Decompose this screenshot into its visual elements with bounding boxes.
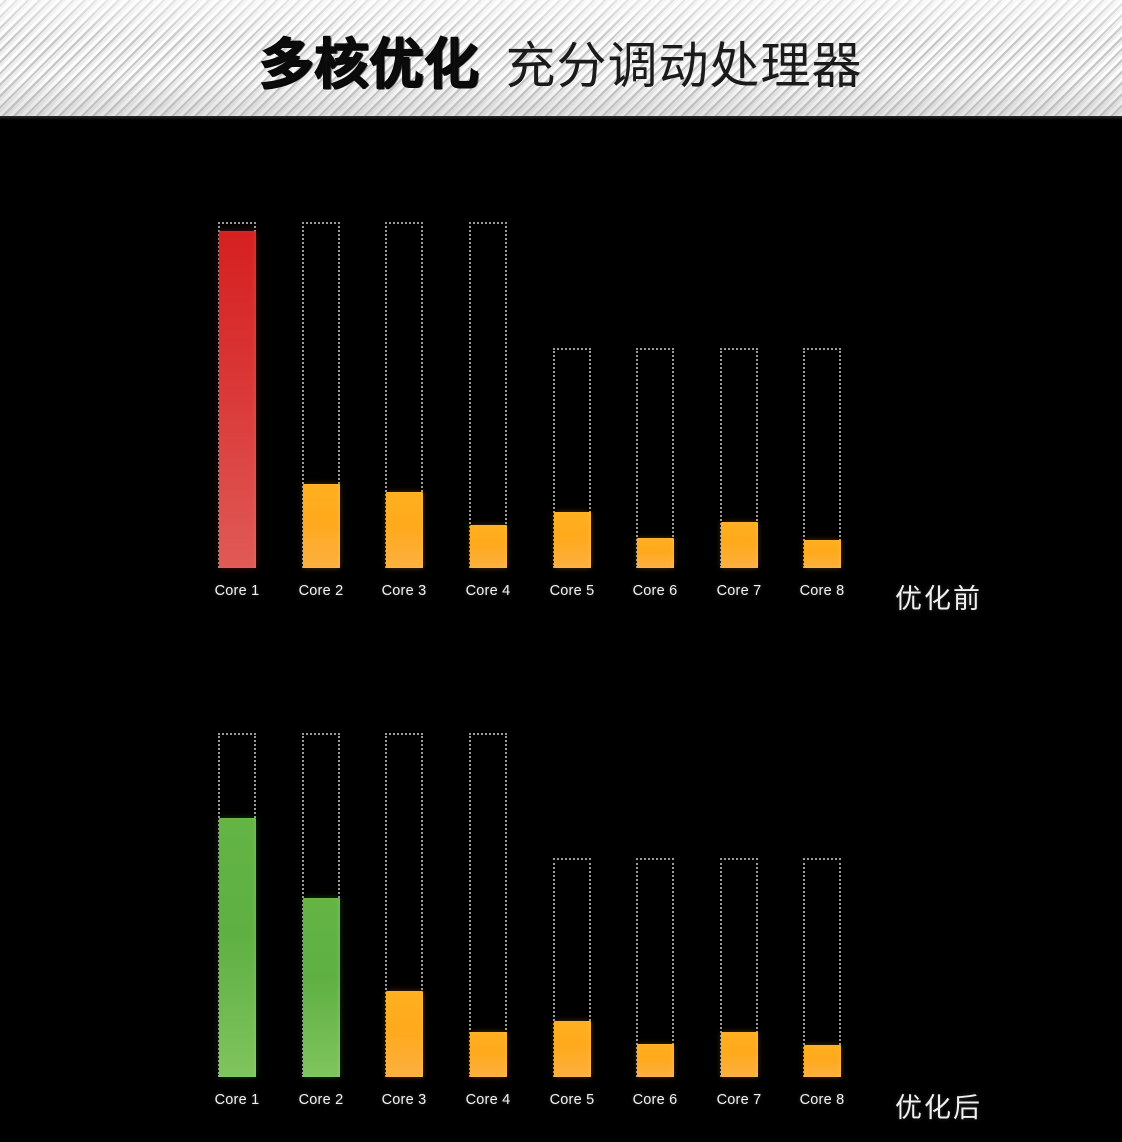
core-column: Core 5 [530,120,614,620]
core-label: Core 2 [298,583,344,599]
phase-label-after: 优化后 [895,1093,982,1123]
core-usage-bar [219,231,256,568]
core-label: Core 4 [465,1092,511,1108]
core-usage-bar [721,1032,758,1077]
plot-area-before: Core 1 Core 2 Core 3 Core 4 Core 5 Core 6 Core… [0,120,1122,620]
core-label: Core 4 [465,583,511,599]
core-column: Core 2 [279,120,363,620]
core-usage-bar [554,512,591,568]
core-usage-bar [804,1045,841,1077]
core-column: Core 1 [195,120,279,620]
core-column: Core 5 [530,625,614,1142]
core-capacity-track [469,733,507,1077]
core-column: Core 8 [780,120,864,620]
core-usage-bar [721,522,758,568]
core-usage-bar [470,525,507,568]
core-label: Core 8 [799,583,845,599]
core-usage-bar [637,1044,674,1077]
core-usage-bar [303,898,340,1077]
core-column: Core 2 [279,625,363,1142]
core-capacity-track [803,348,841,568]
core-capacity-track [636,348,674,568]
core-column: Core 7 [697,120,781,620]
chart-before-optimization: Core 1 Core 2 Core 3 Core 4 Core 5 Core 6 Core… [0,120,1122,620]
core-column: Core 1 [195,625,279,1142]
page-title-strong: 多核优化 [259,32,480,97]
core-label: Core 3 [381,1092,427,1108]
core-usage-bar [386,492,423,568]
core-label: Core 6 [632,583,678,599]
core-label: Core 5 [549,1092,595,1108]
chart-after-optimization: Core 1 Core 2 Core 3 Core 4 Core 5 Core 6 Core… [0,625,1122,1142]
core-label: Core 3 [381,583,427,599]
core-column: Core 3 [362,625,446,1142]
core-usage-bar [804,540,841,568]
core-column: Core 4 [446,120,530,620]
core-column: Core 3 [362,120,446,620]
core-usage-bar [386,991,423,1077]
core-usage-bar [637,538,674,568]
core-label: Core 2 [298,1092,344,1108]
core-column: Core 8 [780,625,864,1142]
phase-label-before: 优化前 [895,584,982,614]
page-title-light: 充分调动处理器 [505,37,863,94]
core-label: Core 8 [799,1092,845,1108]
core-label: Core 7 [716,1092,762,1108]
core-column: Core 6 [613,625,697,1142]
chart-stage: Core 1 Core 2 Core 3 Core 4 Core 5 Core 6 Core… [0,120,1122,1142]
core-usage-bar [554,1021,591,1077]
core-column: Core 7 [697,625,781,1142]
core-label: Core 7 [716,583,762,599]
plot-area-after: Core 1 Core 2 Core 3 Core 4 Core 5 Core 6 Core… [0,625,1122,1142]
core-label: Core 1 [214,583,260,599]
core-usage-bar [219,818,256,1077]
core-capacity-track [469,222,507,568]
core-column: Core 4 [446,625,530,1142]
page-header: 多核优化 充分调动处理器 [0,0,1122,118]
core-label: Core 1 [214,1092,260,1108]
core-column: Core 6 [613,120,697,620]
header-title-group: 多核优化 充分调动处理器 [259,20,863,99]
core-usage-bar [303,484,340,568]
core-label: Core 5 [549,583,595,599]
core-usage-bar [470,1032,507,1077]
core-label: Core 6 [632,1092,678,1108]
